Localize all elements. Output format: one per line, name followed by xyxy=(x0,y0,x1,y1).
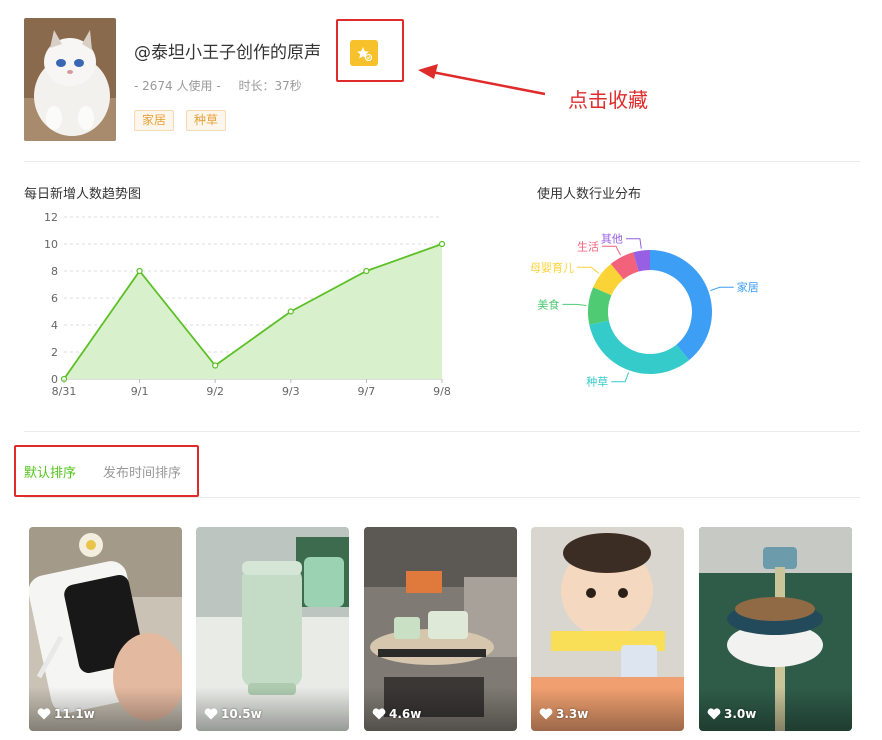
trend-chart-title: 每日新增人数趋势图 xyxy=(24,187,142,202)
y-tick-label: 12 xyxy=(44,211,58,224)
like-count: 4.6w xyxy=(389,707,422,721)
label-leader-line xyxy=(577,266,600,274)
data-point xyxy=(438,240,446,248)
y-tick-label: 4 xyxy=(51,319,58,332)
y-tick-label: 2 xyxy=(51,346,58,359)
video-card[interactable]: 4.6w xyxy=(364,527,517,731)
label-leader-line xyxy=(611,372,630,383)
slice-label: 母婴育儿 xyxy=(530,260,574,274)
data-point xyxy=(363,267,370,275)
data-point xyxy=(287,308,294,315)
x-tick-label: 8/31 xyxy=(52,385,77,398)
divider xyxy=(24,431,860,432)
like-count: 3.0w xyxy=(724,707,757,721)
label-leader-line xyxy=(601,245,621,256)
slice-label: 其他 xyxy=(601,233,623,246)
page-title: @泰坦小王子创作的原声 xyxy=(134,43,321,63)
avatar xyxy=(24,18,116,141)
annotation-text: 点击收藏 xyxy=(568,88,648,112)
usage-count: - 2674 人使用 - xyxy=(134,79,221,93)
video-card[interactable]: 10.5w xyxy=(196,527,349,731)
data-point xyxy=(136,267,143,275)
heart-icon xyxy=(372,708,386,720)
favorite-highlight-box xyxy=(336,19,404,82)
y-tick-label: 6 xyxy=(51,292,58,305)
slice-label: 生活 xyxy=(577,239,599,253)
divider xyxy=(24,161,860,162)
slice-label: 种草 xyxy=(586,375,608,389)
video-card[interactable]: 3.0w xyxy=(699,527,852,731)
meta-row: - 2674 人使用 - 时长：37秒 xyxy=(134,77,316,94)
tag-home[interactable]: 家居 xyxy=(134,110,175,131)
industry-donut-chart: 家居种草 美食 母婴育儿生活其他 xyxy=(530,233,759,389)
annotation-arrow xyxy=(418,64,546,96)
like-count: 10.5w xyxy=(221,707,262,721)
heart-icon xyxy=(37,708,51,720)
x-tick-label: 9/1 xyxy=(131,385,149,398)
video-card[interactable]: 3.3w xyxy=(531,527,684,731)
label-leader-line xyxy=(562,303,587,306)
like-count: 3.3w xyxy=(556,707,589,721)
x-tick-label: 9/3 xyxy=(282,385,300,398)
y-tick-label: 8 xyxy=(51,265,58,278)
heart-icon xyxy=(707,708,721,720)
slice-label: 家居 xyxy=(737,280,759,294)
x-tick-label: 9/2 xyxy=(206,385,224,398)
donut-slice xyxy=(650,250,712,361)
tag-recommend[interactable]: 种草 xyxy=(186,110,227,131)
sort-tabs-highlight-box xyxy=(14,445,199,497)
label-leader-line xyxy=(710,286,734,292)
heart-icon xyxy=(204,708,218,720)
x-tick-label: 9/8 xyxy=(433,385,451,398)
trend-chart: 0246810128/31 9/1 9/2 9/3 9/7 9/8 xyxy=(44,211,451,398)
duration: 时长：37秒 xyxy=(238,79,302,93)
donut-slice xyxy=(589,320,690,374)
label-leader-line xyxy=(625,238,642,249)
x-tick-label: 9/7 xyxy=(358,385,376,398)
slice-label: 美食 xyxy=(537,297,559,311)
video-card[interactable]: 11.1w xyxy=(29,527,182,731)
heart-icon xyxy=(539,708,553,720)
y-tick-label: 10 xyxy=(44,238,58,251)
data-point xyxy=(212,362,219,369)
divider xyxy=(24,497,860,498)
like-count: 11.1w xyxy=(54,707,95,721)
